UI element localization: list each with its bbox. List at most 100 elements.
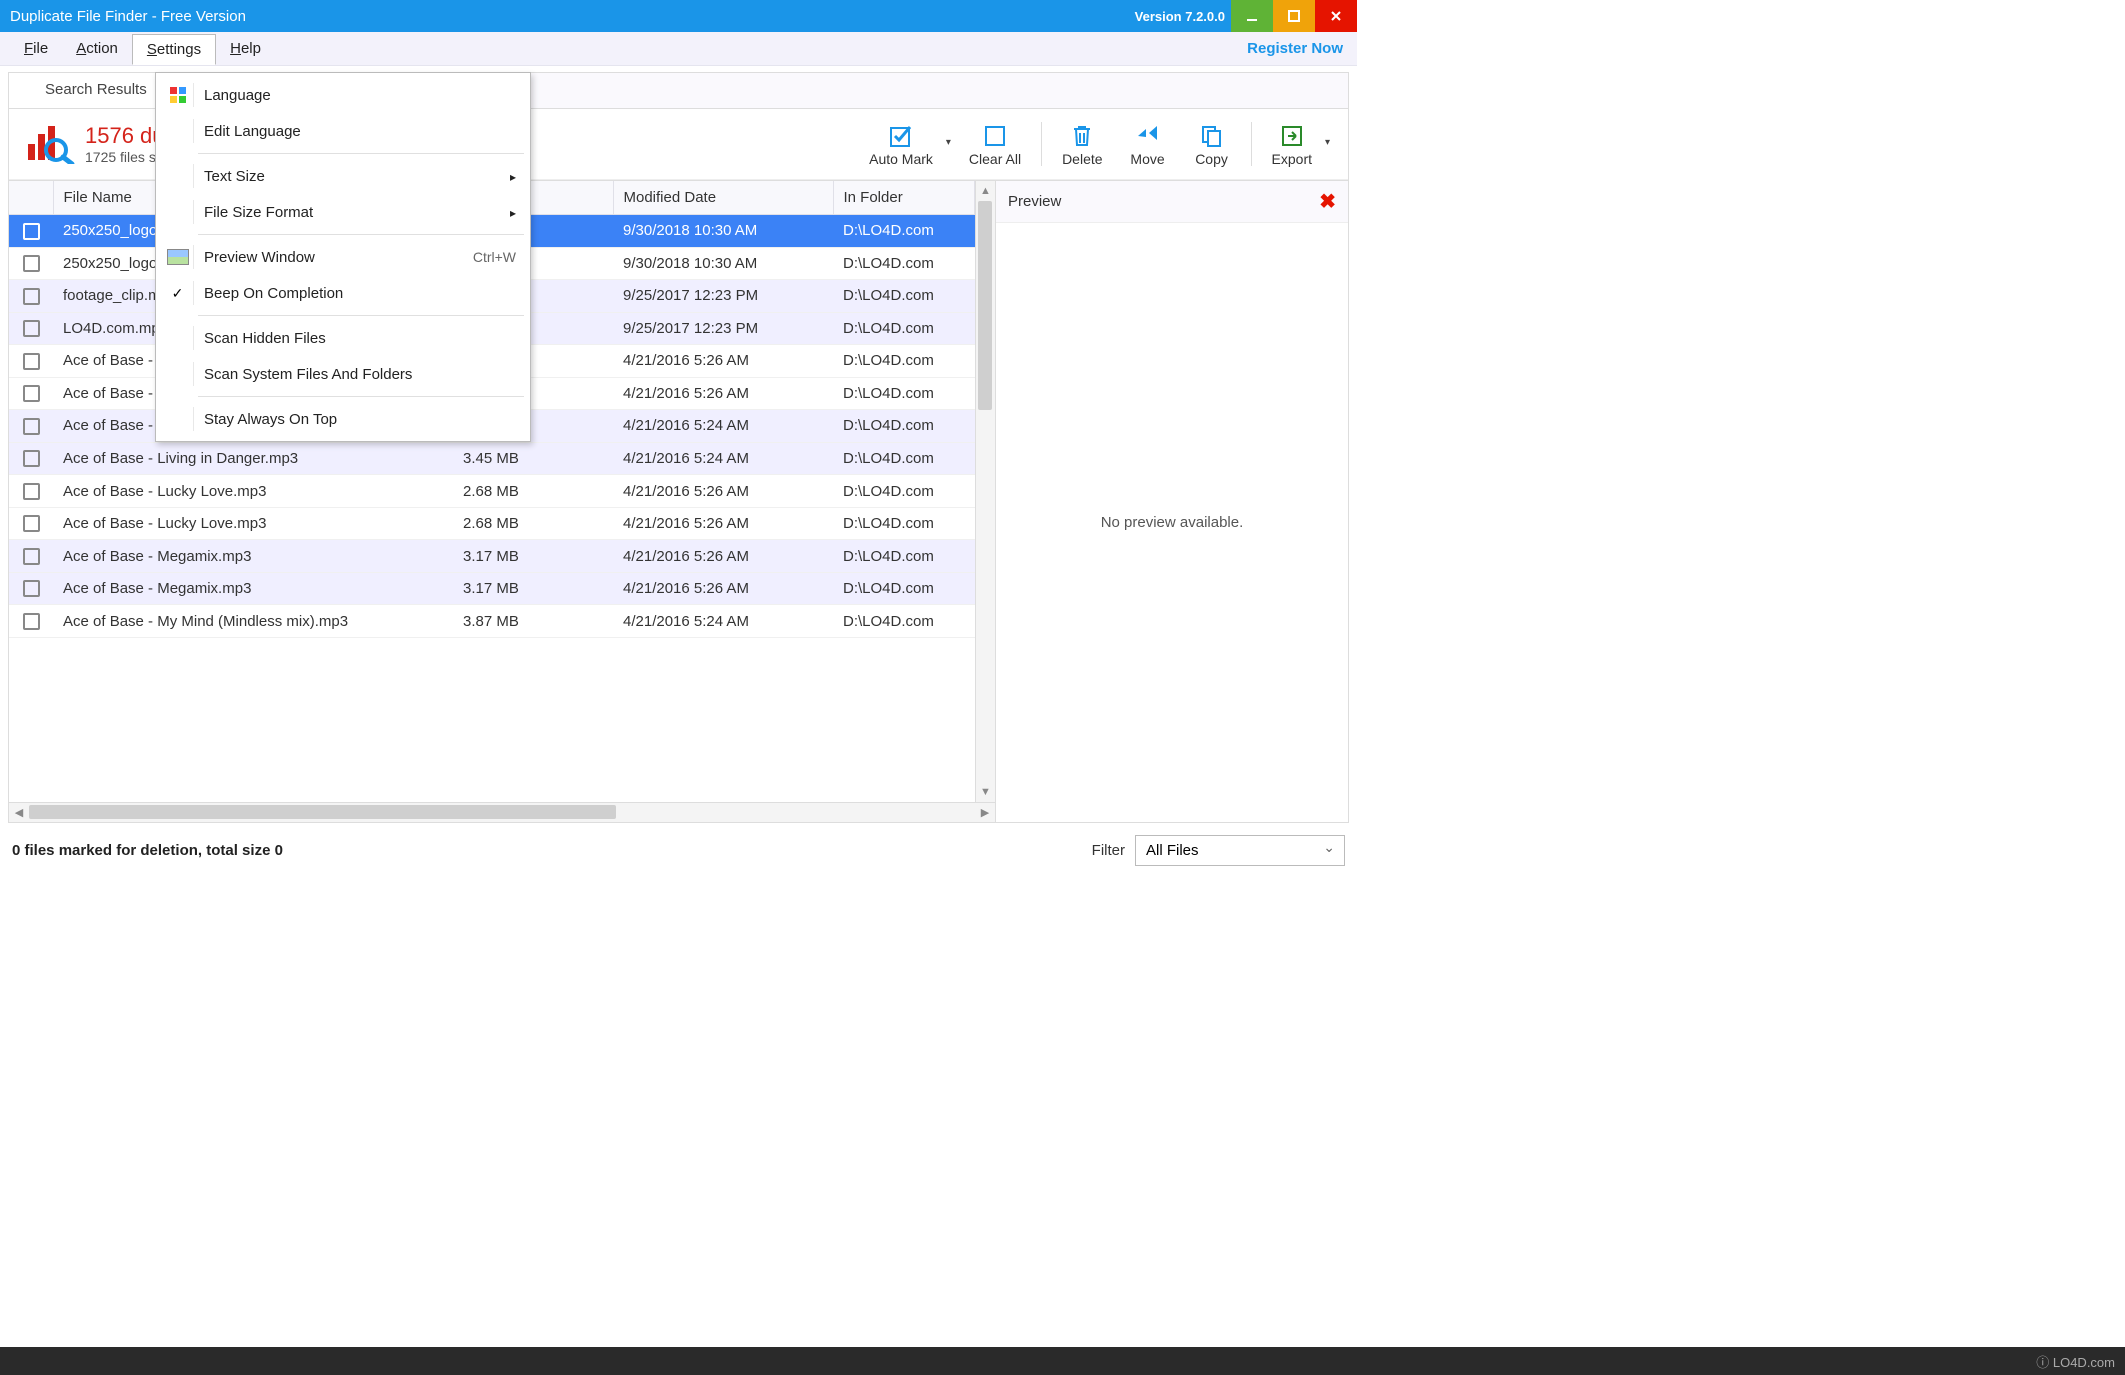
- table-row[interactable]: Ace of Base - Lucky Love.mp32.68 MB4/21/…: [9, 507, 975, 540]
- row-checkbox[interactable]: [23, 548, 40, 565]
- minimize-button[interactable]: [1231, 0, 1273, 32]
- status-label: 0 files marked for deletion, total size …: [12, 842, 1092, 859]
- menu-action[interactable]: Action: [62, 34, 132, 63]
- cell-filename: Ace of Base - Lucky Love.mp3: [53, 507, 453, 540]
- toolbar: Auto Mark Clear All Delete Move Copy Exp…: [857, 119, 1334, 169]
- table-row[interactable]: Ace of Base - Living in Danger.mp33.45 M…: [9, 442, 975, 475]
- cell-size: 3.87 MB: [453, 605, 613, 638]
- menu-language[interactable]: Language: [156, 77, 530, 113]
- column-infolder[interactable]: In Folder: [833, 181, 975, 215]
- table-row[interactable]: Ace of Base - Megamix.mp33.17 MB4/21/201…: [9, 572, 975, 605]
- row-checkbox[interactable]: [23, 418, 40, 435]
- move-button[interactable]: Move: [1117, 119, 1179, 169]
- cell-infolder: D:\LO4D.com: [833, 377, 975, 410]
- cell-size: 3.17 MB: [453, 572, 613, 605]
- table-row[interactable]: Ace of Base - Megamix.mp33.17 MB4/21/201…: [9, 540, 975, 573]
- menu-help[interactable]: Help: [216, 34, 275, 63]
- column-checkbox[interactable]: [9, 181, 53, 215]
- export-button[interactable]: Export: [1260, 119, 1334, 169]
- menu-edit-language[interactable]: Edit Language: [156, 113, 530, 149]
- cell-modified: 9/30/2018 10:30 AM: [613, 247, 833, 280]
- close-button[interactable]: [1315, 0, 1357, 32]
- cell-infolder: D:\LO4D.com: [833, 442, 975, 475]
- scroll-up-arrow-icon[interactable]: ▲: [976, 181, 995, 201]
- preview-panel: Preview ✖ No preview available.: [996, 181, 1348, 822]
- menu-stay-on-top[interactable]: Stay Always On Top: [156, 401, 530, 437]
- cell-infolder: D:\LO4D.com: [833, 572, 975, 605]
- row-checkbox[interactable]: [23, 385, 40, 402]
- cell-modified: 9/25/2017 12:23 PM: [613, 280, 833, 313]
- menubar: File Action Settings Help Register Now: [0, 32, 1357, 66]
- scroll-right-arrow-icon[interactable]: ▶: [975, 806, 995, 819]
- cell-modified: 9/25/2017 12:23 PM: [613, 312, 833, 345]
- move-icon: [1135, 121, 1161, 151]
- menu-settings[interactable]: Settings: [132, 34, 216, 65]
- cell-filename: Ace of Base - Megamix.mp3: [53, 540, 453, 573]
- scroll-down-arrow-icon[interactable]: ▼: [976, 782, 995, 802]
- language-icon: [162, 83, 194, 107]
- cell-filename: Ace of Base - My Mind (Mindless mix).mp3: [53, 605, 453, 638]
- register-now-link[interactable]: Register Now: [1247, 40, 1347, 57]
- titlebar: Duplicate File Finder - Free Version Ver…: [0, 0, 1357, 32]
- menu-preview-window[interactable]: Preview Window Ctrl+W: [156, 239, 530, 275]
- row-checkbox[interactable]: [23, 450, 40, 467]
- cell-infolder: D:\LO4D.com: [833, 280, 975, 313]
- menu-scan-hidden[interactable]: Scan Hidden Files: [156, 320, 530, 356]
- cell-modified: 4/21/2016 5:26 AM: [613, 377, 833, 410]
- maximize-button[interactable]: [1273, 0, 1315, 32]
- row-checkbox[interactable]: [23, 223, 40, 240]
- site-bottombar: ⓘ LO4D.com: [0, 1347, 2125, 1375]
- preview-title: Preview: [1008, 193, 1319, 210]
- cell-modified: 4/21/2016 5:26 AM: [613, 540, 833, 573]
- cell-modified: 4/21/2016 5:26 AM: [613, 572, 833, 605]
- cell-modified: 9/30/2018 10:30 AM: [613, 215, 833, 248]
- horizontal-scrollbar[interactable]: ◀ ▶: [9, 802, 995, 822]
- submenu-arrow-icon: [502, 204, 516, 221]
- preview-empty-label: No preview available.: [1101, 514, 1244, 531]
- copy-button[interactable]: Copy: [1181, 119, 1243, 169]
- cell-modified: 4/21/2016 5:24 AM: [613, 442, 833, 475]
- settings-dropdown: Language Edit Language Text Size File Si…: [155, 72, 531, 442]
- scrollbar-thumb[interactable]: [978, 201, 992, 410]
- cell-infolder: D:\LO4D.com: [833, 410, 975, 443]
- row-checkbox[interactable]: [23, 288, 40, 305]
- cell-modified: 4/21/2016 5:24 AM: [613, 605, 833, 638]
- clear-all-button[interactable]: Clear All: [957, 119, 1033, 169]
- toolbar-separator: [1251, 122, 1252, 166]
- table-row[interactable]: Ace of Base - My Mind (Mindless mix).mp3…: [9, 605, 975, 638]
- cell-infolder: D:\LO4D.com: [833, 507, 975, 540]
- preview-close-icon[interactable]: ✖: [1319, 189, 1336, 214]
- row-checkbox[interactable]: [23, 515, 40, 532]
- menu-file[interactable]: File: [10, 34, 62, 63]
- scrollbar-thumb[interactable]: [29, 805, 616, 819]
- cell-infolder: D:\LO4D.com: [833, 345, 975, 378]
- menu-beep-on-completion[interactable]: ✓ Beep On Completion: [156, 275, 530, 311]
- row-checkbox[interactable]: [23, 320, 40, 337]
- cell-filename: Ace of Base - Megamix.mp3: [53, 572, 453, 605]
- menu-file-size-format[interactable]: File Size Format: [156, 194, 530, 230]
- row-checkbox[interactable]: [23, 580, 40, 597]
- cell-infolder: D:\LO4D.com: [833, 312, 975, 345]
- menu-scan-system[interactable]: Scan System Files And Folders: [156, 356, 530, 392]
- row-checkbox[interactable]: [23, 613, 40, 630]
- delete-button[interactable]: Delete: [1050, 119, 1114, 169]
- cell-size: 2.68 MB: [453, 475, 613, 508]
- filter-select[interactable]: All Files: [1135, 835, 1345, 866]
- auto-mark-button[interactable]: Auto Mark: [857, 119, 955, 169]
- menu-text-size[interactable]: Text Size: [156, 158, 530, 194]
- cell-infolder: D:\LO4D.com: [833, 475, 975, 508]
- row-checkbox[interactable]: [23, 255, 40, 272]
- vertical-scrollbar[interactable]: ▲ ▼: [975, 181, 995, 802]
- scroll-left-arrow-icon[interactable]: ◀: [9, 806, 29, 819]
- preview-icon: [167, 249, 189, 265]
- table-row[interactable]: Ace of Base - Lucky Love.mp32.68 MB4/21/…: [9, 475, 975, 508]
- cell-modified: 4/21/2016 5:26 AM: [613, 475, 833, 508]
- cell-infolder: D:\LO4D.com: [833, 215, 975, 248]
- shortcut-label: Ctrl+W: [473, 249, 516, 265]
- copy-icon: [1199, 121, 1225, 151]
- row-checkbox[interactable]: [23, 353, 40, 370]
- row-checkbox[interactable]: [23, 483, 40, 500]
- footer: 0 files marked for deletion, total size …: [8, 823, 1349, 870]
- column-modified[interactable]: Modified Date: [613, 181, 833, 215]
- cell-modified: 4/21/2016 5:26 AM: [613, 507, 833, 540]
